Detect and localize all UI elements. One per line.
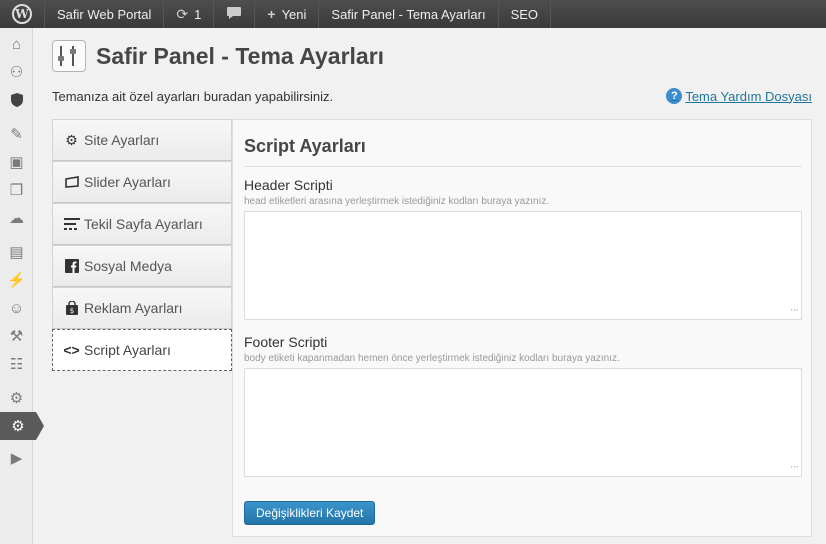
new-label: Yeni xyxy=(281,6,307,22)
seo-label: SEO xyxy=(510,6,539,22)
header-script-description: head etiketleri arasına yerleştirmek ist… xyxy=(244,196,550,207)
pages-icon[interactable]: ❐ xyxy=(0,176,33,204)
users-icon[interactable]: ☺ xyxy=(0,294,33,322)
header-script-label: Header Scripti xyxy=(244,177,333,193)
save-changes-button[interactable]: Değişiklikleri Kaydet xyxy=(244,501,376,525)
site-name-label: Safir Web Portal xyxy=(57,6,152,22)
page-title: Safir Panel - Tema Ayarları xyxy=(96,42,385,69)
tab-label: Site Ayarları xyxy=(84,132,160,148)
tab-slider-settings[interactable]: Slider Ayarları xyxy=(52,161,232,203)
comment-icon xyxy=(226,6,242,23)
appearance-icon[interactable]: ▤ xyxy=(0,238,33,266)
media-icon[interactable]: ▣ xyxy=(0,148,33,176)
section-title: Script Ayarları xyxy=(244,136,366,156)
tab-label: Reklam Ayarları xyxy=(84,300,183,316)
facebook-icon xyxy=(63,259,80,273)
safir-panel-gear-icon[interactable]: ⚙ xyxy=(0,412,44,440)
header-script-textarea[interactable] xyxy=(244,211,802,320)
wordpress-icon: W xyxy=(12,4,32,24)
tab-content: Script Ayarları Header Scripti head etik… xyxy=(232,119,812,537)
tab-script-settings[interactable]: <> Script Ayarları xyxy=(52,329,232,371)
tab-label: Script Ayarları xyxy=(84,342,171,358)
settings-panel: ⚙ Site Ayarları Slider Ayarları Tekil Sa… xyxy=(52,119,812,537)
tab-label: Tekil Sayfa Ayarları xyxy=(84,216,203,232)
new-content-button[interactable]: + Yeni xyxy=(255,0,320,28)
collapse-menu-icon[interactable]: ▶ xyxy=(0,444,33,472)
intro-text: Temanıza ait özel ayarları buradan yapab… xyxy=(52,89,334,104)
tools-icon[interactable]: ⚒ xyxy=(0,322,33,350)
settings-gear-icon[interactable]: ⚙ xyxy=(0,384,33,412)
shield-icon[interactable] xyxy=(0,86,33,114)
seo-link[interactable]: SEO xyxy=(499,0,552,28)
tab-label: Sosyal Medya xyxy=(84,258,172,274)
tab-social-media[interactable]: Sosyal Medya xyxy=(52,245,232,287)
slider-icon xyxy=(63,176,80,188)
safir-panel-link[interactable]: Safir Panel - Tema Ayarları xyxy=(319,0,499,28)
dashboard-icon[interactable]: ⌂ xyxy=(0,30,33,58)
admin-menu: ⌂ ⚇ ✎ ▣ ❐ ☁ ▤ ⚡ ☺ ⚒ ☷ ⚙ ⚙ ▶ xyxy=(0,28,44,544)
footer-script-description: body etiketi kapanmadan hemen önce yerle… xyxy=(244,353,620,364)
tab-label: Slider Ayarları xyxy=(84,174,171,190)
resize-handle-icon[interactable]: ⠠⠤ xyxy=(787,304,799,316)
resize-handle-icon[interactable]: ⠠⠤ xyxy=(787,461,799,473)
admin-bar: W Safir Web Portal ⟳ 1 + Yeni Safir Pane… xyxy=(0,0,826,28)
settings-panel-icon xyxy=(52,40,86,72)
safir-panel-label: Safir Panel - Tema Ayarları xyxy=(331,6,486,22)
bag-icon: $ xyxy=(63,301,80,315)
divider xyxy=(244,166,802,167)
page-header: Safir Panel - Tema Ayarları xyxy=(52,40,384,72)
refresh-icon: ⟳ xyxy=(176,5,189,22)
site-name-link[interactable]: Safir Web Portal xyxy=(45,0,165,28)
settings-tabs: ⚙ Site Ayarları Slider Ayarları Tekil Sa… xyxy=(52,119,232,371)
updates-count: 1 xyxy=(194,6,202,22)
help-question-icon: ? xyxy=(666,88,683,104)
help-link-label: Tema Yardım Dosyası xyxy=(685,88,812,104)
gear-icon: ⚙ xyxy=(65,131,78,148)
footer-script-textarea[interactable] xyxy=(244,368,802,477)
updates-button[interactable]: ⟳ 1 xyxy=(164,0,215,28)
comments-button[interactable] xyxy=(214,0,256,28)
tab-single-page-settings[interactable]: Tekil Sayfa Ayarları xyxy=(52,203,232,245)
help-link[interactable]: ? Tema Yardım Dosyası xyxy=(666,88,812,104)
tab-ad-settings[interactable]: $ Reklam Ayarları xyxy=(52,287,232,329)
jetpack-icon[interactable]: ⚇ xyxy=(0,58,33,86)
plus-icon: + xyxy=(267,6,276,22)
plugins-icon[interactable]: ⚡ xyxy=(0,266,33,294)
tab-site-settings[interactable]: ⚙ Site Ayarları xyxy=(52,119,232,161)
lines-icon xyxy=(63,217,80,231)
svg-text:$: $ xyxy=(69,307,73,315)
footer-script-label: Footer Scripti xyxy=(244,334,328,350)
code-icon: <> xyxy=(63,342,80,358)
comments-menu-icon[interactable]: ☁ xyxy=(0,204,33,232)
wordpress-logo-button[interactable]: W xyxy=(0,0,45,28)
posts-pin-icon[interactable]: ✎ xyxy=(0,120,33,148)
settings-sliders-icon[interactable]: ☷ xyxy=(0,350,33,378)
